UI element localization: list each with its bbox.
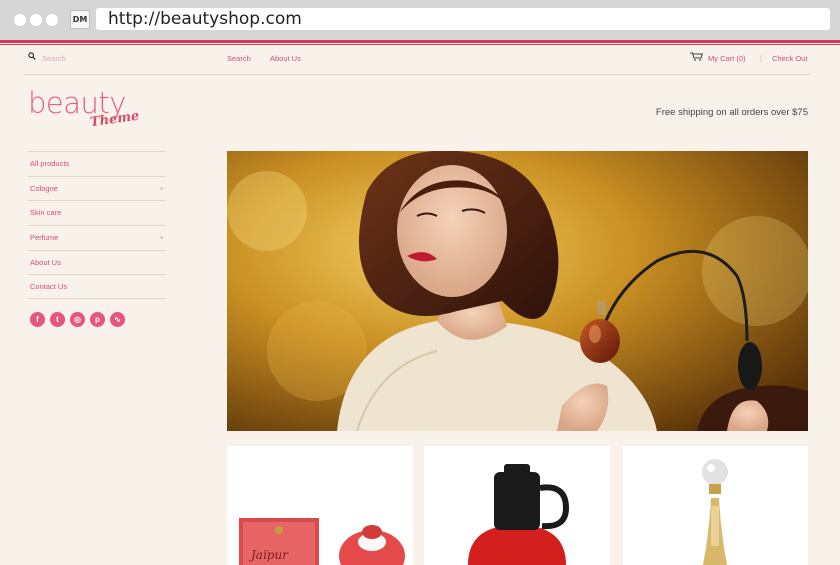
page: Search Search About Us My Cart (0) | Che…: [0, 40, 840, 565]
hero-banner[interactable]: [227, 151, 808, 431]
expand-plus-icon[interactable]: +: [159, 177, 164, 200]
topbar-separator: |: [760, 54, 762, 63]
sidebar-item-label: Contact Us: [30, 282, 68, 292]
address-bar[interactable]: http://beautyshop.com: [96, 8, 830, 30]
twitter-icon[interactable]: t: [50, 312, 65, 327]
checkout-link[interactable]: Check Out: [772, 52, 807, 65]
product-label-text: Jaïpur: [248, 548, 289, 562]
sidebar-item-all-products[interactable]: All products: [28, 151, 166, 176]
window-dot-minimize[interactable]: [30, 14, 42, 26]
favicon-icon: DM: [70, 10, 90, 29]
sidebar-item-skin-care[interactable]: Skin care: [28, 200, 166, 225]
hero-image: [227, 151, 808, 431]
cart-icon[interactable]: [690, 52, 704, 65]
sidebar-item-perfume[interactable]: Perfume +: [28, 225, 166, 250]
facebook-icon[interactable]: f: [30, 312, 45, 327]
top-accent-line: [0, 40, 840, 43]
nav-link-about[interactable]: About Us: [270, 52, 301, 65]
product-image-perfume-box: Jaïpur: [239, 518, 405, 565]
instagram-icon[interactable]: ◎: [70, 312, 85, 327]
sidebar-item-contact-us[interactable]: Contact Us: [28, 274, 166, 300]
nav-link-search[interactable]: Search: [227, 52, 251, 65]
product-grid: Jaïpur: [227, 446, 808, 565]
expand-plus-icon[interactable]: +: [159, 226, 164, 249]
search-input[interactable]: Search: [42, 52, 66, 65]
top-bar: Search Search About Us My Cart (0) | Che…: [24, 52, 810, 65]
rss-icon[interactable]: ∿: [110, 312, 125, 327]
sidebar-item-label: Perfume: [30, 233, 59, 243]
cart-link[interactable]: My Cart (0): [708, 52, 746, 65]
window-dot-maximize[interactable]: [46, 14, 58, 26]
sidebar-nav: All products Cologne + Skin care Perfume…: [28, 151, 166, 300]
window-dot-close[interactable]: [14, 14, 26, 26]
sidebar-item-label: All products: [30, 159, 70, 168]
sidebar-item-label: Skin care: [30, 208, 62, 218]
pinterest-icon[interactable]: p: [90, 312, 105, 327]
product-card[interactable]: Jaïpur: [227, 446, 413, 565]
sidebar-item-label: Cologne: [30, 183, 58, 193]
browser-chrome: DM http://beautyshop.com: [0, 0, 840, 40]
sidebar-item-cologne[interactable]: Cologne +: [28, 175, 166, 201]
logo[interactable]: beauty Theme: [28, 86, 140, 136]
top-accent-thin-line: [0, 44, 840, 45]
product-image-red-bottle: [468, 464, 570, 565]
sidebar-item-label: About Us: [30, 257, 61, 267]
shipping-notice: Free shipping on all orders over $75: [655, 107, 808, 118]
search-icon[interactable]: [28, 52, 36, 61]
product-image-gold-bottle: [702, 459, 728, 565]
product-card[interactable]: [424, 446, 610, 565]
topbar-divider: [24, 74, 810, 75]
sidebar-item-about-us[interactable]: About Us: [28, 249, 166, 275]
product-card[interactable]: [623, 446, 808, 565]
